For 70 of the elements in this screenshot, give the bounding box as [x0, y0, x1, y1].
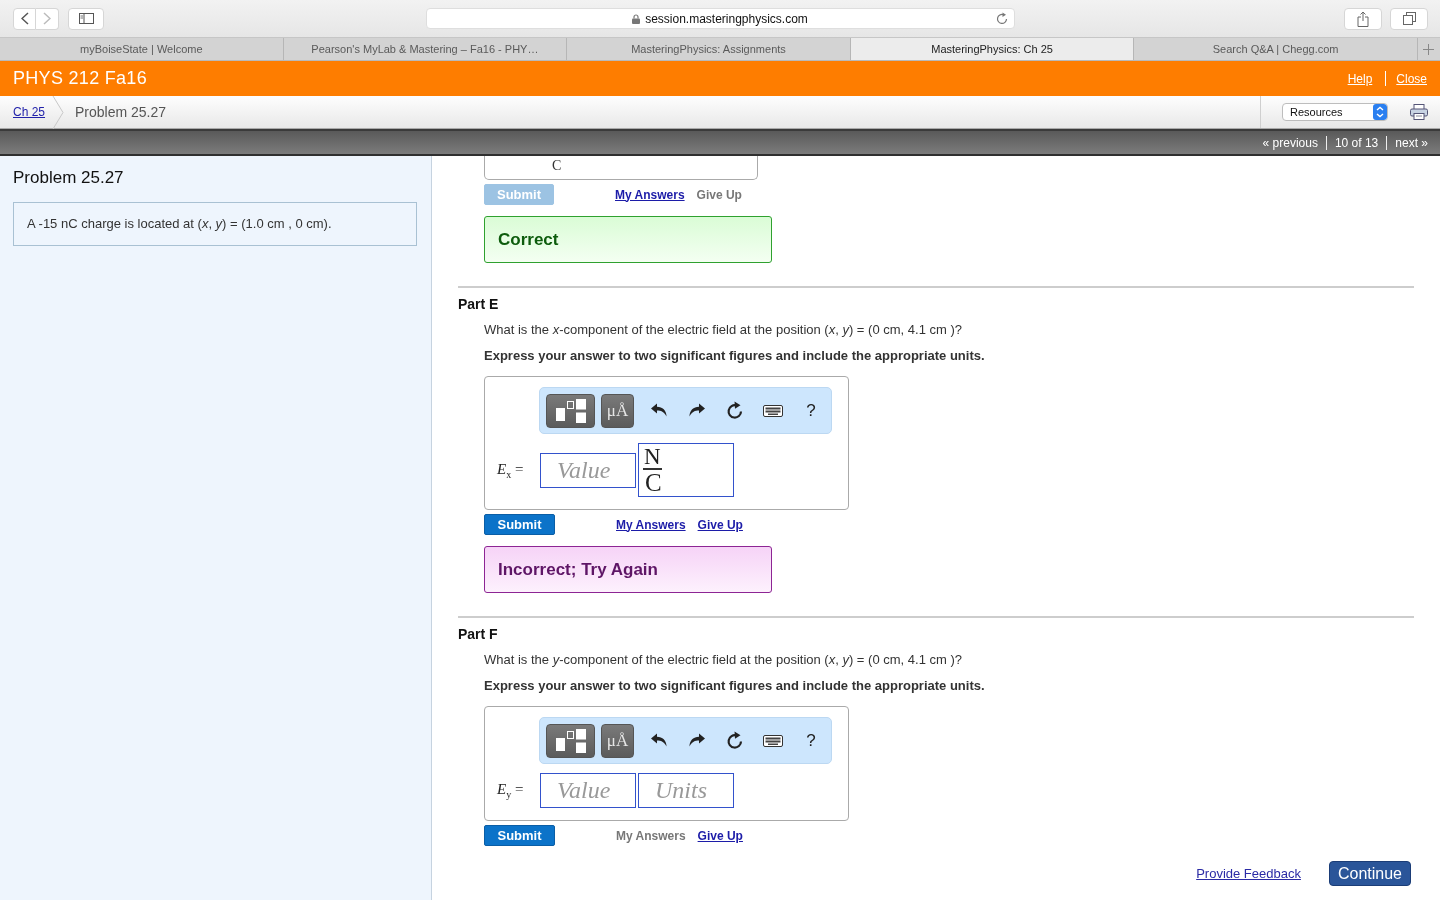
symbols-button[interactable]: μÅ [601, 723, 634, 758]
blocks-icon [555, 728, 586, 753]
my-answers-link[interactable]: My Answers [615, 187, 685, 202]
submit-button[interactable]: Submit [484, 825, 555, 846]
submit-button[interactable]: Submit [484, 514, 555, 535]
keyboard-icon[interactable] [763, 734, 783, 747]
browser-tab[interactable]: myBoiseState | Welcome [0, 38, 283, 60]
browser-tab[interactable]: MasteringPhysics: Assignments [566, 38, 850, 60]
address-field[interactable]: session.masteringphysics.com [425, 8, 1015, 29]
incorrect-feedback: Incorrect; Try Again [484, 546, 772, 593]
reload-icon[interactable] [995, 12, 1008, 25]
chevron-icon [52, 95, 65, 129]
redo-icon[interactable] [688, 733, 706, 748]
question-text: What is the y-component of the electric field at the position (x, y) = (0 cm, 4.1 cm )? [484, 652, 963, 668]
unit-numerator: N [643, 446, 662, 470]
give-up-link[interactable]: Give Up [697, 517, 743, 532]
help-button[interactable]: ? [792, 730, 830, 751]
reset-icon[interactable] [726, 401, 744, 420]
unit-denominator: C [644, 470, 663, 496]
unit-denominator: C [552, 158, 562, 173]
part-title: Part F [458, 626, 499, 643]
answer-label: E$_{x}$ = [497, 460, 525, 480]
problem-title: Problem 25.27 [13, 168, 125, 188]
units-field[interactable]: N C [638, 443, 734, 497]
sidebar-icon [78, 13, 94, 24]
lock-icon [632, 13, 641, 24]
answer-label: E$_{y}$ = [497, 781, 525, 800]
browser-tab[interactable]: MasteringPhysics: Ch 25 [849, 38, 1134, 60]
redo-icon[interactable] [688, 403, 706, 418]
breadcrumb-current: Problem 25.27 [75, 104, 167, 120]
next-link[interactable]: next » [1386, 135, 1436, 150]
sidebar-button[interactable] [68, 7, 104, 30]
continue-button[interactable]: Continue [1328, 861, 1411, 886]
templates-button[interactable] [546, 723, 595, 758]
give-up-link[interactable]: Give Up [697, 828, 743, 843]
browser-tab[interactable]: Search Q&A | Chegg.com [1133, 38, 1417, 60]
back-button[interactable] [13, 7, 36, 30]
breadcrumb-link[interactable]: Ch 25 [13, 105, 46, 119]
my-answers-link[interactable]: My Answers [616, 517, 686, 532]
part-title: Part E [458, 296, 500, 313]
previous-link[interactable]: « previous [1254, 135, 1326, 150]
page-position: 10 of 13 [1325, 135, 1387, 150]
tabs-overview-button[interactable] [1390, 7, 1428, 30]
chevron-right-icon [43, 12, 51, 25]
chevron-left-icon [20, 12, 29, 25]
undo-icon[interactable] [650, 403, 668, 418]
resources-dropdown[interactable]: Resources [1282, 103, 1388, 121]
reset-icon[interactable] [726, 731, 744, 750]
printer-icon[interactable] [1410, 104, 1428, 120]
share-icon [1357, 10, 1369, 27]
problem-statement: A -15 nC charge is located at (x, y) = (1.0 cm , 0 cm). [13, 202, 417, 246]
templates-button[interactable] [546, 393, 595, 428]
symbols-button[interactable]: μÅ [601, 393, 634, 428]
keyboard-icon[interactable] [763, 404, 783, 417]
value-input[interactable]: Value [540, 773, 636, 808]
overlapping-squares-icon [1402, 12, 1416, 25]
value-input[interactable]: Value [540, 452, 636, 488]
correct-feedback: Correct [484, 216, 772, 263]
help-button[interactable]: ? [792, 400, 830, 421]
undo-icon[interactable] [650, 733, 668, 748]
instruction-text: Express your answer to two significant figures and include the appropriate units. [484, 678, 986, 694]
question-text: What is the x-component of the electric field at the position (x, y) = (0 cm, 4.1 cm )? [484, 322, 963, 338]
stepper-icon [1373, 104, 1387, 120]
feedback-link[interactable]: Provide Feedback [1196, 866, 1301, 881]
instruction-text: Express your answer to two significant figures and include the appropriate units. [484, 348, 986, 364]
course-title: PHYS 212 Fa16 [13, 68, 147, 89]
browser-tab[interactable]: Pearson's MyLab & Mastering – Fa16 - PHY… [282, 38, 567, 60]
blocks-icon [555, 398, 586, 423]
plus-icon [1423, 43, 1435, 55]
units-input[interactable]: Units [638, 773, 734, 808]
